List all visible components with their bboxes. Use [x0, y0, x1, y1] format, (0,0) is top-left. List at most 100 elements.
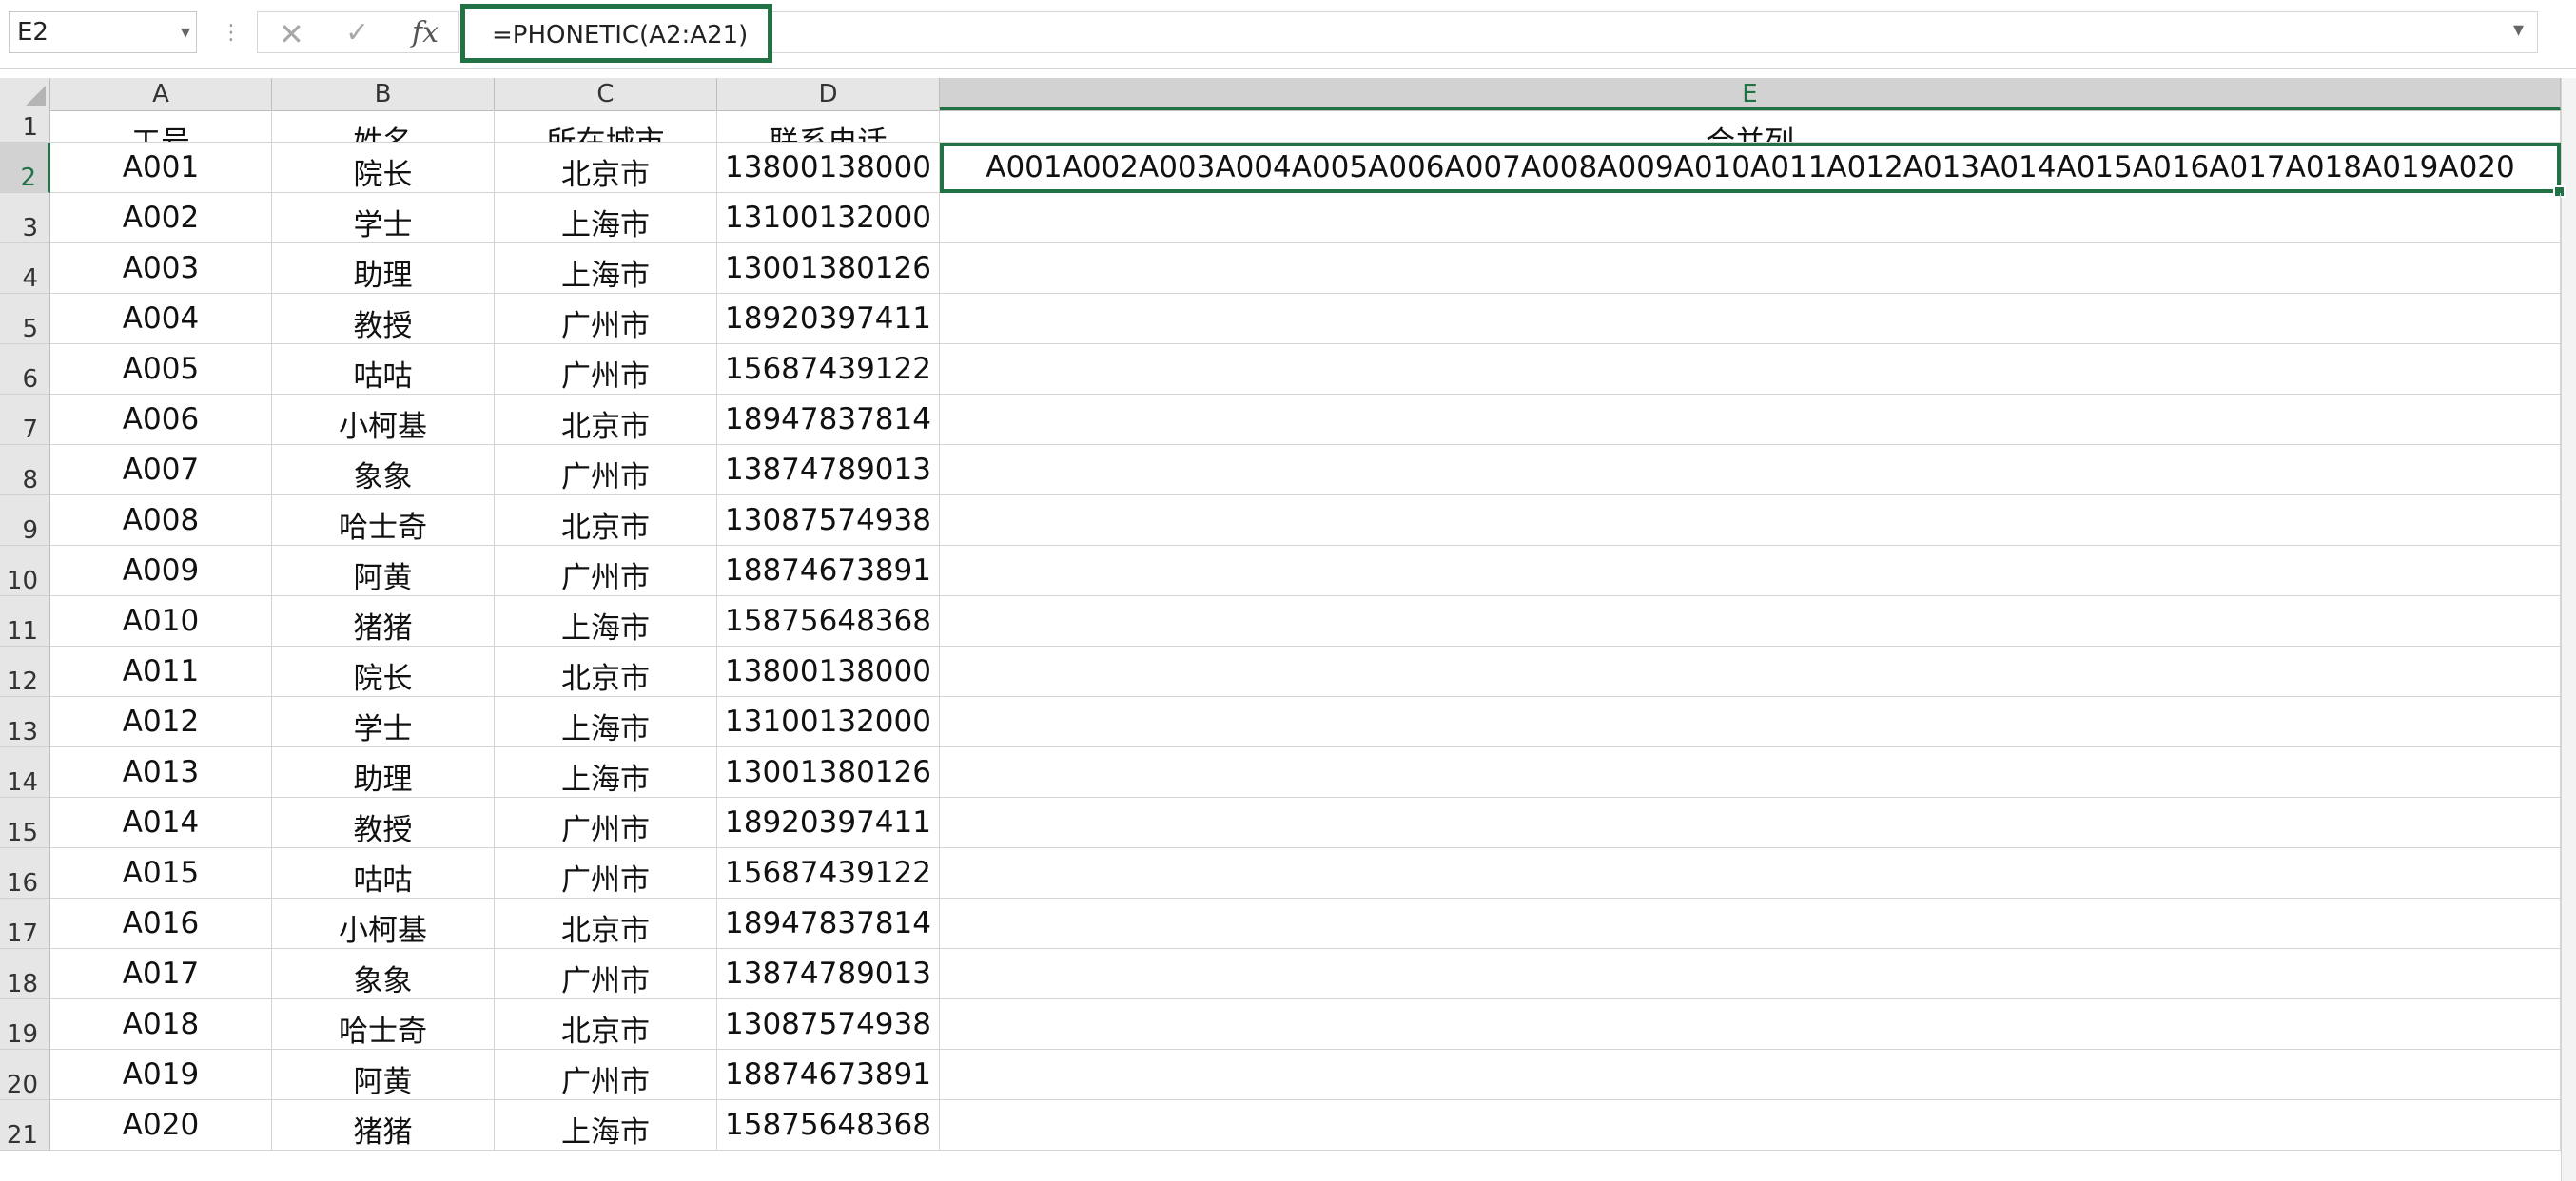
cell-d11[interactable]: 15875648368: [717, 596, 940, 647]
row-header-8[interactable]: 8: [0, 445, 50, 495]
cell-c3[interactable]: 上海市: [495, 193, 717, 243]
select-all-button[interactable]: [0, 78, 50, 110]
cell-c17[interactable]: 北京市: [495, 899, 717, 949]
column-header-a[interactable]: A: [50, 78, 272, 110]
cell-e6[interactable]: [940, 344, 2561, 395]
cell-b3[interactable]: 学士: [272, 193, 495, 243]
cell-b1[interactable]: 姓名: [272, 110, 495, 143]
check-icon[interactable]: ✓: [345, 16, 369, 49]
cell-b12[interactable]: 院长: [272, 647, 495, 697]
cell-d9[interactable]: 13087574938: [717, 495, 940, 546]
cell-b13[interactable]: 学士: [272, 697, 495, 747]
cell-a19[interactable]: A018: [50, 999, 272, 1050]
cell-b17[interactable]: 小柯基: [272, 899, 495, 949]
cell-d17[interactable]: 18947837814: [717, 899, 940, 949]
cell-b21[interactable]: 猪猪: [272, 1100, 495, 1151]
cell-a11[interactable]: A010: [50, 596, 272, 647]
cell-b10[interactable]: 阿黄: [272, 546, 495, 596]
row-header-3[interactable]: 3: [0, 193, 50, 243]
column-header-c[interactable]: C: [495, 78, 717, 110]
row-header-14[interactable]: 14: [0, 747, 50, 798]
cell-a3[interactable]: A002: [50, 193, 272, 243]
row-header-5[interactable]: 5: [0, 294, 50, 344]
row-header-7[interactable]: 7: [0, 395, 50, 445]
row-header-20[interactable]: 20: [0, 1050, 50, 1100]
cell-e15[interactable]: [940, 798, 2561, 848]
cell-c10[interactable]: 广州市: [495, 546, 717, 596]
cell-c2[interactable]: 北京市: [495, 143, 717, 193]
cell-e16[interactable]: [940, 848, 2561, 899]
row-header-4[interactable]: 4: [0, 243, 50, 294]
cell-d20[interactable]: 18874673891: [717, 1050, 940, 1100]
cell-d1[interactable]: 联系电话: [717, 110, 940, 143]
cell-b9[interactable]: 哈士奇: [272, 495, 495, 546]
cell-c4[interactable]: 上海市: [495, 243, 717, 294]
row-header-16[interactable]: 16: [0, 848, 50, 899]
cell-e19[interactable]: [940, 999, 2561, 1050]
cancel-icon[interactable]: ✕: [279, 16, 304, 52]
cell-b11[interactable]: 猪猪: [272, 596, 495, 647]
cell-c6[interactable]: 广州市: [495, 344, 717, 395]
grip-icon[interactable]: ⋮: [221, 21, 242, 45]
cell-c7[interactable]: 北京市: [495, 395, 717, 445]
formula-input[interactable]: =PHONETIC(A2:A21): [460, 4, 772, 63]
column-header-b[interactable]: B: [272, 78, 495, 110]
row-header-1[interactable]: 1: [0, 110, 50, 143]
cell-a20[interactable]: A019: [50, 1050, 272, 1100]
cell-b5[interactable]: 教授: [272, 294, 495, 344]
cell-e2[interactable]: A001A002A003A004A005A006A007A008A009A010…: [940, 143, 2561, 193]
cell-e11[interactable]: [940, 596, 2561, 647]
cell-b14[interactable]: 助理: [272, 747, 495, 798]
cell-c14[interactable]: 上海市: [495, 747, 717, 798]
cell-c20[interactable]: 广州市: [495, 1050, 717, 1100]
vertical-scrollbar[interactable]: [2561, 78, 2576, 1181]
cell-c18[interactable]: 广州市: [495, 949, 717, 999]
cell-e1[interactable]: 合并列: [940, 110, 2561, 143]
cell-a4[interactable]: A003: [50, 243, 272, 294]
cell-d21[interactable]: 15875648368: [717, 1100, 940, 1151]
row-header-2[interactable]: 2: [0, 143, 50, 193]
cell-b7[interactable]: 小柯基: [272, 395, 495, 445]
row-header-9[interactable]: 9: [0, 495, 50, 546]
cell-b20[interactable]: 阿黄: [272, 1050, 495, 1100]
cell-d16[interactable]: 15687439122: [717, 848, 940, 899]
expand-formula-bar-icon[interactable]: ▾: [2513, 18, 2524, 42]
cell-a14[interactable]: A013: [50, 747, 272, 798]
cell-a17[interactable]: A016: [50, 899, 272, 949]
cell-c16[interactable]: 广州市: [495, 848, 717, 899]
cell-d18[interactable]: 13874789013: [717, 949, 940, 999]
row-header-18[interactable]: 18: [0, 949, 50, 999]
cell-b15[interactable]: 教授: [272, 798, 495, 848]
cell-e13[interactable]: [940, 697, 2561, 747]
cell-c15[interactable]: 广州市: [495, 798, 717, 848]
cell-a6[interactable]: A005: [50, 344, 272, 395]
cell-e4[interactable]: [940, 243, 2561, 294]
row-header-13[interactable]: 13: [0, 697, 50, 747]
cell-a13[interactable]: A012: [50, 697, 272, 747]
cell-d14[interactable]: 13001380126: [717, 747, 940, 798]
cell-a12[interactable]: A011: [50, 647, 272, 697]
column-header-d[interactable]: D: [717, 78, 940, 110]
cell-b19[interactable]: 哈士奇: [272, 999, 495, 1050]
cell-a10[interactable]: A009: [50, 546, 272, 596]
cell-e17[interactable]: [940, 899, 2561, 949]
cell-d12[interactable]: 13800138000: [717, 647, 940, 697]
cell-e18[interactable]: [940, 949, 2561, 999]
cell-b16[interactable]: 咕咕: [272, 848, 495, 899]
cell-c11[interactable]: 上海市: [495, 596, 717, 647]
cell-c9[interactable]: 北京市: [495, 495, 717, 546]
cell-c21[interactable]: 上海市: [495, 1100, 717, 1151]
name-box[interactable]: E2 ▾: [9, 11, 197, 53]
cell-e8[interactable]: [940, 445, 2561, 495]
row-header-19[interactable]: 19: [0, 999, 50, 1050]
cell-d5[interactable]: 18920397411: [717, 294, 940, 344]
cell-e9[interactable]: [940, 495, 2561, 546]
cell-c1[interactable]: 所在城市: [495, 110, 717, 143]
cell-b4[interactable]: 助理: [272, 243, 495, 294]
cell-d8[interactable]: 13874789013: [717, 445, 940, 495]
cell-a5[interactable]: A004: [50, 294, 272, 344]
row-header-15[interactable]: 15: [0, 798, 50, 848]
cell-a15[interactable]: A014: [50, 798, 272, 848]
cell-d10[interactable]: 18874673891: [717, 546, 940, 596]
cell-c5[interactable]: 广州市: [495, 294, 717, 344]
